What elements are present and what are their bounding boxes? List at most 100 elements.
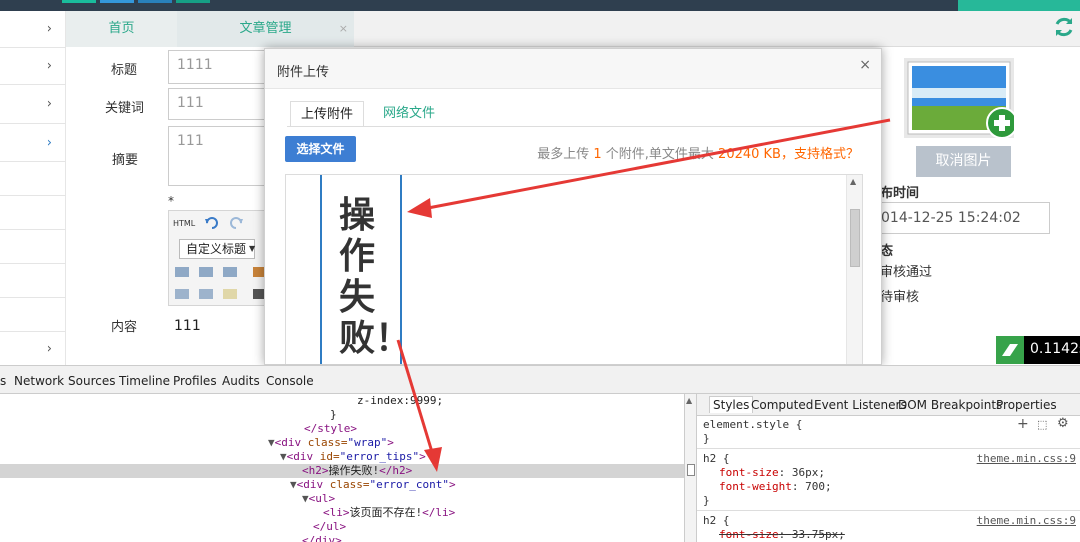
sidebar-item[interactable] — [0, 264, 66, 298]
dom-line[interactable]: </div> — [302, 534, 697, 542]
add-rule-icon[interactable]: + — [1017, 416, 1029, 432]
dom-line-selected[interactable]: <h2>操作失败!</h2> — [0, 464, 684, 478]
expand-triangle-icon[interactable]: ▼ — [268, 436, 275, 449]
hint-formats-link[interactable]: ，支持格式？ — [781, 147, 859, 162]
overridden-font-size-declaration[interactable]: font-size: 33.75px; — [719, 528, 845, 542]
dom-line[interactable]: ▼<ul> — [302, 492, 697, 506]
scrollbar-thumb[interactable] — [687, 464, 695, 476]
font-weight-declaration[interactable]: font-weight: 700; — [719, 480, 832, 494]
expand-triangle-icon[interactable]: ▼ — [290, 478, 297, 491]
devtools-tab-timeline[interactable]: Timeline — [119, 374, 170, 388]
stylesheet-link[interactable]: theme.min.css:9 — [977, 452, 1076, 465]
cover-image-preview[interactable] — [904, 58, 1014, 138]
dom-line[interactable]: ▼<div class="wrap"> — [268, 436, 697, 450]
performance-logo-icon — [996, 336, 1024, 364]
cancel-image-button[interactable]: 取消图片 — [916, 146, 1011, 177]
tab-computed[interactable]: Computed — [751, 398, 813, 412]
status-approved-option[interactable]: 审核通过 — [880, 261, 932, 280]
dom-tag: > — [419, 450, 426, 463]
sidebar-item[interactable] — [0, 230, 66, 264]
sidebar-item[interactable] — [0, 298, 66, 332]
align-left-icon[interactable] — [175, 267, 189, 277]
font-size-declaration[interactable]: font-size: 36px; — [719, 466, 825, 480]
paste-icon[interactable] — [223, 289, 237, 299]
align-center-icon[interactable] — [199, 267, 213, 277]
html-source-icon[interactable]: HTML — [173, 219, 195, 228]
page-tab-bar: 首页 文章管理 × — [66, 11, 1080, 47]
close-icon[interactable]: × — [859, 57, 871, 73]
editor-toolbar: HTML 自定义标题 ▼ — [168, 210, 268, 306]
dom-line[interactable]: ▼<div id="error_tips"> — [280, 450, 697, 464]
tab-close-icon[interactable]: × — [339, 11, 348, 47]
expand-triangle-icon[interactable]: ▼ — [280, 450, 287, 463]
tab-article-manage[interactable]: 文章管理 × — [177, 11, 354, 47]
content-label: 内容 — [111, 320, 138, 335]
sidebar-item[interactable]: › — [0, 85, 66, 124]
gear-icon[interactable]: ⚙ — [1057, 416, 1069, 431]
required-mark: * — [168, 194, 174, 208]
select-file-button[interactable]: 选择文件 — [285, 136, 356, 162]
keywords-input[interactable]: 111 — [168, 88, 270, 120]
chevron-down-icon: ▼ — [249, 244, 256, 253]
align-right-icon[interactable] — [223, 267, 237, 277]
devtools-tab-console[interactable]: Console — [266, 374, 314, 388]
dom-line[interactable]: } — [330, 408, 697, 422]
element-state-icon[interactable]: ⬚ — [1037, 418, 1047, 431]
scroll-up-icon[interactable]: ▲ — [850, 177, 856, 186]
content-editor[interactable]: 111 — [174, 318, 201, 334]
h2-rule-selector[interactable]: h2 { — [703, 514, 730, 528]
scroll-up-icon[interactable]: ▲ — [686, 396, 692, 405]
sidebar-item[interactable] — [0, 162, 66, 196]
dom-tag: <li> — [323, 506, 350, 519]
refresh-icon[interactable] — [1052, 15, 1076, 39]
dom-line[interactable]: z-index:9999; — [357, 394, 697, 408]
dom-tag: </style> — [304, 422, 357, 435]
h2-rule-selector[interactable]: h2 { — [703, 452, 730, 466]
user-menu-button[interactable] — [958, 0, 1080, 11]
dom-attr-name: id= — [319, 450, 340, 463]
sidebar-item[interactable] — [0, 196, 66, 230]
dom-line[interactable]: ▼<div class="error_cont"> — [290, 478, 697, 492]
heading-select[interactable]: 自定义标题 — [179, 239, 255, 259]
tab-network-file[interactable]: 网络文件 — [383, 101, 435, 127]
sidebar-item[interactable]: › — [0, 11, 66, 48]
sidebar-item[interactable]: › — [0, 48, 66, 85]
dom-line[interactable]: <li>该页面不存在!</li> — [323, 506, 697, 520]
panel-splitter[interactable]: ▲ — [684, 394, 697, 542]
dom-line[interactable]: </ul> — [313, 520, 697, 534]
scrollbar[interactable]: ▲ — [846, 175, 862, 364]
dom-line[interactable]: </style> — [304, 422, 697, 436]
element-style-rule[interactable]: element.style { — [703, 418, 802, 432]
summary-label: 摘要 — [112, 153, 139, 168]
tab-styles[interactable]: Styles — [709, 396, 754, 413]
undo-icon[interactable] — [205, 217, 219, 229]
sidebar-item-active[interactable]: › — [0, 124, 66, 162]
tab-upload-attachment[interactable]: 上传附件 — [290, 101, 364, 127]
publish-time-input[interactable]: 014-12-25 15:24:02 — [868, 202, 1050, 234]
stylesheet-link[interactable]: theme.min.css:9 — [977, 514, 1076, 527]
hint-size: 20240 KB — [718, 147, 781, 162]
devtools-tab-elements[interactable]: s — [0, 374, 6, 388]
tab-home[interactable]: 首页 — [66, 11, 177, 47]
attachment-upload-dialog: 附件上传 × 上传附件 网络文件 选择文件 最多上传 1 个附件,单文件最大 2… — [264, 48, 882, 365]
status-pending-option[interactable]: 待审核 — [880, 286, 919, 305]
devtools-tab-network[interactable]: Network — [14, 374, 64, 388]
header-swatch — [138, 0, 172, 3]
table-icon[interactable] — [175, 289, 189, 299]
tab-event-listeners[interactable]: Event Listeners — [814, 398, 907, 412]
tab-dom-breakpoints[interactable]: DOM Breakpoints — [898, 398, 1002, 412]
devtools-tab-audits[interactable]: Audits — [222, 374, 260, 388]
sidebar-item[interactable]: › — [0, 332, 66, 365]
tab-properties[interactable]: Properties — [996, 398, 1057, 412]
title-input[interactable]: 1111 — [168, 50, 270, 84]
top-header-bar — [0, 0, 1080, 11]
expand-triangle-icon[interactable]: ▼ — [302, 492, 309, 505]
devtools-tab-sources[interactable]: Sources — [68, 374, 115, 388]
table-row-icon[interactable] — [199, 289, 213, 299]
dialog-title: 附件上传 — [277, 65, 330, 80]
devtools-tab-profiles[interactable]: Profiles — [173, 374, 217, 388]
summary-textarea[interactable]: 111 — [168, 126, 270, 186]
dom-tag: <h2> — [302, 464, 329, 477]
redo-icon[interactable] — [229, 217, 243, 229]
scrollbar-thumb[interactable] — [850, 209, 860, 267]
